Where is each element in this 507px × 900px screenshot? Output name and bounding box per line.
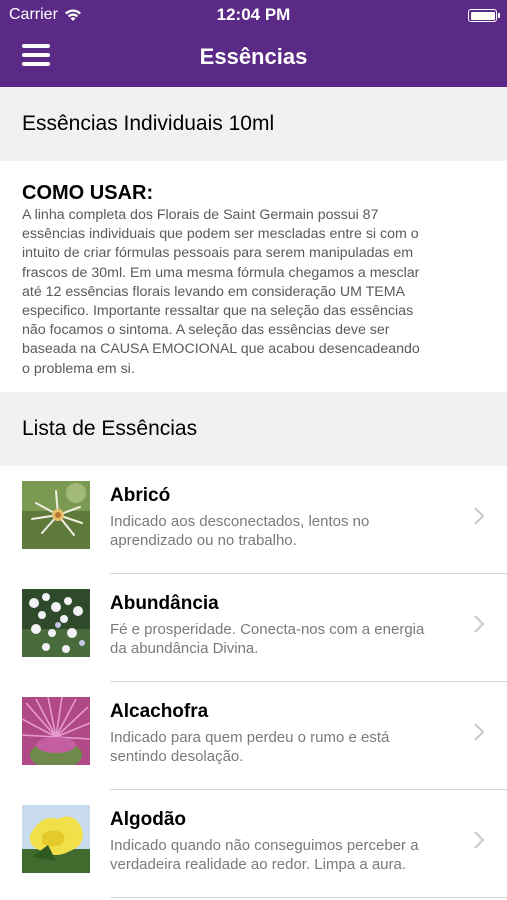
battery-icon bbox=[468, 9, 500, 22]
abrico-flower-image bbox=[22, 481, 90, 549]
list-item-alcachofra[interactable]: Alcachofra Indicado para quem perdeu o r… bbox=[0, 682, 507, 790]
how-to-section: COMO USAR: A linha completa dos Florais … bbox=[22, 182, 484, 379]
how-to-title: COMO USAR: bbox=[22, 182, 154, 204]
how-to-line: baseada na CAUSA EMOCIONAL que acabou de… bbox=[22, 341, 420, 358]
how-to-line: até 12 essências florais levando em cons… bbox=[22, 283, 405, 300]
essence-description: Indicado aos desconectados, lentos no ap… bbox=[110, 512, 465, 550]
essence-description-line: verdadeira realidade ao redor. Limpa a a… bbox=[110, 856, 407, 873]
top-bar: Carrier 12:04 PM Essências bbox=[0, 0, 507, 87]
alcachofra-flower-image bbox=[22, 697, 90, 765]
essence-description: Indicado para quem perdeu o rumo e está … bbox=[110, 728, 465, 766]
chevron-right-icon bbox=[474, 507, 485, 525]
essence-name: Algodão bbox=[110, 809, 186, 830]
product-header: Essências Individuais 10ml bbox=[0, 87, 507, 161]
list-item-abrico[interactable]: Abricó Indicado aos desconectados, lento… bbox=[0, 466, 507, 574]
how-to-text: A linha completa dos Florais de Saint Ge… bbox=[22, 206, 484, 379]
algodao-flower-image bbox=[22, 805, 90, 873]
chevron-right-icon bbox=[474, 831, 485, 849]
how-to-line: frascos de 30ml. Em uma mesma fórmula ch… bbox=[22, 264, 420, 281]
chevron-right-icon bbox=[474, 615, 485, 633]
essence-list: Abricó Indicado aos desconectados, lento… bbox=[0, 466, 507, 898]
essence-description-line: sentindo desolação. bbox=[110, 748, 244, 765]
nav-bar: Essências bbox=[0, 30, 507, 87]
row-separator bbox=[110, 897, 507, 898]
how-to-line: intuito de criar fórmulas pessoais para … bbox=[22, 245, 414, 262]
essence-description-line: Fé e prosperidade. Conecta-nos com a ene… bbox=[110, 621, 425, 638]
essence-description: Fé e prosperidade. Conecta-nos com a ene… bbox=[110, 620, 465, 658]
chevron-right-icon bbox=[474, 723, 485, 741]
list-item-algodao[interactable]: Algodão Indicado quando não conseguimos … bbox=[0, 790, 507, 898]
essence-description-line: da abundância Divina. bbox=[110, 640, 259, 657]
essence-name: Abricó bbox=[110, 485, 171, 506]
list-header: Lista de Essências bbox=[0, 392, 507, 466]
status-bar: Carrier 12:04 PM bbox=[0, 0, 507, 30]
essence-description-line: Indicado quando não conseguimos perceber… bbox=[110, 837, 419, 854]
essence-description: Indicado quando não conseguimos perceber… bbox=[110, 836, 465, 874]
abundancia-flower-image bbox=[22, 589, 90, 657]
status-time: 12:04 PM bbox=[216, 5, 291, 24]
essence-description-line: Indicado para quem perdeu o rumo e está bbox=[110, 729, 390, 746]
how-to-line: o problema em si. bbox=[22, 360, 135, 377]
how-to-line: especifico. Importante ressaltar que na … bbox=[22, 303, 414, 320]
essence-description-line: aprendizado ou no trabalho. bbox=[110, 532, 297, 549]
page-title: Essências bbox=[199, 44, 308, 69]
essence-name: Alcachofra bbox=[110, 701, 209, 722]
essence-description-line: Indicado aos desconectados, lentos no bbox=[110, 513, 370, 530]
essence-name: Abundância bbox=[110, 593, 219, 614]
list-item-abundancia[interactable]: Abundância Fé e prosperidade. Conecta-no… bbox=[0, 574, 507, 682]
how-to-line: não focamos o sintoma. A seleção das ess… bbox=[22, 322, 390, 339]
how-to-line: A linha completa dos Florais de Saint Ge… bbox=[22, 207, 379, 223]
how-to-line: essências individuais que podem ser mesc… bbox=[22, 226, 419, 243]
